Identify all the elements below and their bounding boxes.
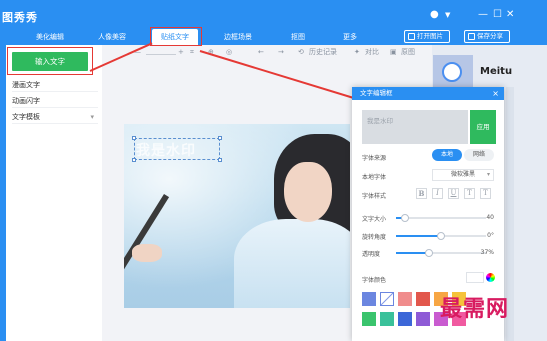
crop-icon[interactable]: ⌗: [190, 48, 194, 57]
tab-highlight-box: [150, 27, 202, 46]
dialog-close-icon[interactable]: ×: [492, 87, 499, 100]
size-label: 文字大小: [362, 216, 387, 223]
dialog-header: 文字编辑框 ×: [352, 87, 504, 100]
minimize-icon[interactable]: —: [478, 9, 488, 20]
history-button[interactable]: 历史记录: [309, 48, 337, 57]
chevron-down-icon: ▾: [90, 113, 94, 121]
apply-button[interactable]: 应用: [470, 110, 496, 144]
outline-button[interactable]: T: [480, 188, 491, 199]
color-swatch[interactable]: [416, 312, 430, 326]
redo-icon[interactable]: →: [278, 48, 284, 57]
font-select[interactable]: 微软雅黑 ▾: [432, 169, 494, 181]
color-swatch[interactable]: [380, 312, 394, 326]
menu-comic-text[interactable]: 漫画文字: [12, 78, 98, 92]
color-swatch[interactable]: [380, 292, 394, 306]
input-button-highlight: [7, 47, 93, 75]
tab-frame-scene[interactable]: 边框场景: [212, 29, 264, 45]
size-value: 40: [486, 214, 494, 221]
canvas-toolbar: — + ⌗ ⊕ ◎ ← → ⟲ 历史记录 ✦ 对比 ▣ 原图: [102, 45, 432, 61]
watermark-text[interactable]: 我是水印: [136, 140, 196, 160]
opacity-slider-fill: [396, 252, 430, 254]
canvas-photo[interactable]: 我是水印: [124, 124, 350, 308]
current-color-box[interactable]: [466, 272, 484, 283]
maximize-icon[interactable]: ☐: [493, 9, 502, 20]
color-swatch[interactable]: [362, 312, 376, 326]
resize-handle[interactable]: [218, 136, 222, 140]
color-label: 字体颜色: [362, 277, 387, 284]
menu-animated-text[interactable]: 动画闪字: [12, 94, 98, 108]
opacity-label: 透明度: [362, 251, 381, 258]
compare-button[interactable]: 对比: [365, 48, 379, 57]
style-label: 字体样式: [362, 193, 387, 200]
rotate-slider-knob[interactable]: [437, 232, 445, 240]
tab-beautify[interactable]: 美化编辑: [24, 29, 76, 45]
rotate-value: 0°: [487, 232, 494, 239]
compare-icon: ✦: [354, 48, 360, 56]
original-icon: ▣: [390, 48, 397, 56]
color-swatch[interactable]: [398, 312, 412, 326]
original-button[interactable]: 原图: [401, 48, 415, 57]
zoom-in-icon[interactable]: +: [178, 48, 184, 57]
rotate-slider[interactable]: [396, 232, 486, 240]
app-title: 图秀秀: [2, 11, 38, 24]
tab-cutout[interactable]: 抠图: [276, 29, 320, 45]
open-image-label: 打开图片: [417, 32, 443, 40]
shadow-button[interactable]: T: [464, 188, 475, 199]
color-picker-icon[interactable]: [486, 273, 495, 282]
tab-portrait[interactable]: 人像美容: [86, 29, 138, 45]
size-slider[interactable]: [396, 214, 486, 222]
tab-more[interactable]: 更多: [330, 29, 370, 45]
opacity-slider-knob[interactable]: [425, 249, 434, 257]
skin-icon[interactable]: ●: [430, 9, 439, 20]
dialog-title: 文字编辑框: [360, 89, 393, 97]
opacity-value: 37%: [480, 249, 494, 256]
color-swatch[interactable]: [416, 292, 430, 306]
photo-hand: [132, 244, 162, 262]
image-icon: [408, 33, 415, 40]
color-swatch[interactable]: [398, 292, 412, 306]
fit-icon[interactable]: ◎: [226, 48, 232, 57]
text-input[interactable]: 我是水印: [362, 110, 468, 144]
open-image-button[interactable]: 打开图片: [404, 30, 450, 43]
menu-text-template-label: 文字模板: [12, 113, 40, 121]
font-label: 本地字体: [362, 174, 387, 181]
source-online-toggle[interactable]: 网络: [464, 149, 494, 161]
chevron-down-icon: ▾: [486, 171, 490, 178]
bold-button[interactable]: B: [416, 188, 427, 199]
close-icon[interactable]: ✕: [506, 9, 514, 20]
undo-icon[interactable]: ←: [258, 48, 264, 57]
photo-robe: [234, 219, 350, 308]
rotate-slider-fill: [396, 235, 441, 237]
resize-handle[interactable]: [218, 158, 222, 162]
underline-button[interactable]: U: [448, 188, 459, 199]
font-select-value: 微软雅黑: [450, 171, 475, 178]
save-share-button[interactable]: 保存分享: [464, 30, 510, 43]
menu-text-template[interactable]: 文字模板 ▾: [12, 110, 98, 124]
check-icon: [442, 62, 462, 82]
menu-icon[interactable]: ▼: [445, 11, 450, 19]
history-icon: ⟲: [298, 48, 304, 56]
source-local-toggle[interactable]: 本地: [432, 149, 462, 161]
top-bar: 图秀秀 ● ▼ — ☐ ✕ 美化编辑 人像美容 贴纸文字 边框场景 抠图 更多 …: [0, 0, 547, 46]
size-slider-knob[interactable]: [401, 214, 409, 222]
italic-button[interactable]: I: [432, 188, 443, 199]
opacity-slider[interactable]: [396, 249, 486, 257]
photo-face: [284, 162, 332, 222]
save-icon: [468, 33, 475, 40]
zoom-slider[interactable]: [146, 54, 176, 55]
rotate-label: 旋转角度: [362, 234, 387, 241]
source-label: 字体来源: [362, 155, 387, 162]
color-swatch[interactable]: [362, 292, 376, 306]
site-watermark: 最需网: [440, 296, 510, 322]
save-share-label: 保存分享: [477, 32, 503, 40]
brand-label: Meitu: [480, 66, 513, 77]
